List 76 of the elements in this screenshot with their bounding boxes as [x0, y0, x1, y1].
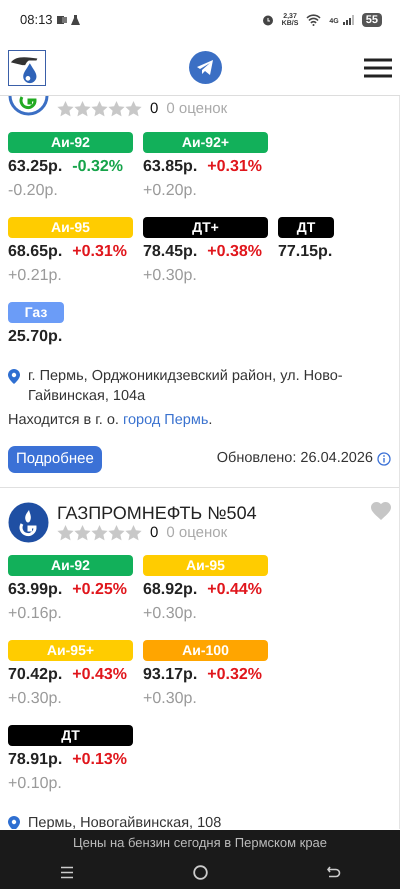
price-change: +0.30р. [8, 688, 63, 708]
fuel-price: 78.45р. [143, 242, 198, 262]
price-change: +0.30р. [143, 266, 198, 286]
price-change-percent: +0.31% [72, 242, 127, 262]
star-icon [91, 524, 108, 540]
star-icon [108, 524, 125, 540]
star-icon [57, 101, 74, 117]
fuel-price: 78.91р. [8, 750, 62, 770]
alarm-icon [262, 14, 274, 26]
star-icon [57, 524, 74, 540]
price-change-percent: +0.38% [207, 242, 262, 262]
fuel-price: 63.99р. [8, 580, 62, 600]
fuel-label: Аи-95 [8, 217, 133, 238]
price-change: -0.20р. [8, 181, 59, 201]
star-icon [108, 101, 125, 117]
wifi-icon [306, 14, 322, 26]
fuel-price: 63.25р. [8, 157, 62, 177]
fuel-price: 93.17р. [143, 664, 198, 684]
star-icon [74, 101, 91, 117]
fuel-label: ДТ+ [143, 217, 268, 238]
star-icon [91, 101, 108, 117]
price-change: +0.10р. [8, 774, 63, 794]
fuel-label: ДТ [278, 217, 334, 238]
price-change: +0.30р. [143, 604, 198, 624]
flask-icon [70, 15, 80, 25]
station-name[interactable]: ГАЗПРОМНЕФТЬ №504 [57, 502, 363, 524]
signal-icon [342, 15, 354, 25]
fuel-price: 70.42р. [8, 664, 62, 684]
fuel-price: 25.70р. [8, 327, 62, 347]
price-change: +0.30р. [143, 688, 198, 708]
status-time: 08:13 [20, 11, 53, 30]
rating-count: 0 [150, 100, 158, 118]
footer-caption: Цены на бензин сегодня в Пермском крае [72, 834, 328, 852]
fuel-price: 63.85р. [143, 157, 198, 177]
battery-indicator: 55 [362, 13, 382, 27]
fuel-label: Аи-95 [143, 554, 268, 576]
updated-date: Обновлено: 26.04.2026 [216, 449, 373, 468]
fuel-label: Аи-92 [8, 554, 133, 576]
price-change: +0.20р. [143, 181, 198, 201]
location-pin-icon [8, 816, 20, 829]
price-change-percent: +0.44% [207, 580, 262, 600]
telegram-icon[interactable] [188, 51, 222, 84]
price-change-percent: +0.32% [207, 664, 262, 684]
home-icon[interactable] [192, 864, 208, 880]
info-icon[interactable] [377, 452, 391, 466]
price-change-percent: -0.32% [72, 157, 123, 177]
price-change: +0.21р. [8, 266, 63, 286]
details-button[interactable]: Подробнее [8, 446, 102, 472]
fuel-price: 68.92р. [143, 580, 198, 600]
price-change-percent: +0.31% [207, 157, 262, 177]
back-icon[interactable] [326, 866, 340, 878]
location-pin-icon [8, 369, 20, 384]
price-change-percent: +0.13% [72, 750, 127, 770]
fuel-label: Газ [8, 302, 64, 323]
city-link[interactable]: город Пермь [122, 412, 208, 428]
fuel-label: Аи-92 [8, 132, 133, 153]
star-icon [125, 524, 142, 540]
rating-count: 0 [150, 524, 158, 542]
rating-text: 0 оценок [166, 524, 228, 542]
price-change: +0.16р. [8, 604, 63, 624]
price-change-percent: +0.25% [72, 580, 127, 600]
station-address: г. Пермь, Орджоникидзевский район, ул. Ново-Гайвинская, 104а [28, 367, 344, 406]
notification-icon [56, 15, 67, 25]
fuel-label: Аи-95+ [8, 640, 133, 660]
location-note: Находится в г. о. город Пермь. [8, 411, 214, 430]
star-icon [74, 524, 91, 540]
price-change-percent: +0.43% [72, 664, 127, 684]
star-icon [125, 101, 142, 117]
app-logo[interactable] [8, 50, 46, 86]
rating-text: 0 оценок [166, 100, 228, 118]
fuel-price: 68.65р. [8, 242, 62, 262]
fuel-label: Аи-100 [143, 640, 268, 660]
menu-icon[interactable] [364, 58, 392, 78]
fuel-label: Аи-92+ [143, 132, 268, 153]
fuel-price: 77.15р. [278, 242, 332, 262]
fuel-label: ДТ [8, 724, 133, 746]
